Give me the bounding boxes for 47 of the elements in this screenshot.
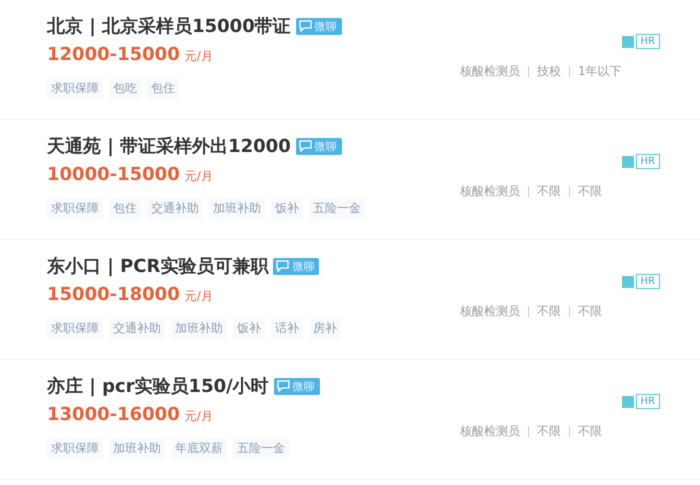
benefit-tag: 房补	[309, 317, 341, 340]
benefit-tag: 包吃	[109, 77, 141, 100]
job-requirement: 核酸检测员	[460, 183, 520, 200]
job-requirement: 不限	[578, 183, 602, 200]
salary-unit: 元/月	[184, 408, 213, 425]
benefit-tag: 包住	[109, 197, 141, 220]
salary: 15000-18000	[47, 284, 180, 305]
salary-unit: 元/月	[184, 168, 213, 185]
salary: 12000-15000	[47, 44, 180, 65]
job-requirement: 核酸检测员	[460, 303, 520, 320]
benefit-tag: 饭补	[233, 317, 265, 340]
job-listing[interactable]: 东小口 | PCR实验员可兼职 微聊 15000-18000 元/月 求职保障 交通补助 加班补助 饭补 话补 房补 HR 核酸检测员 不限 不限	[0, 240, 700, 360]
job-requirement: 不限	[578, 303, 602, 320]
job-requirement: 不限	[578, 423, 602, 440]
benefit-tag: 饭补	[271, 197, 303, 220]
benefit-tag: 加班补助	[209, 197, 265, 220]
job-requirement: 核酸检测员	[460, 63, 520, 80]
benefit-tag: 包住	[147, 77, 179, 100]
job-title[interactable]: 天通苑 | 带证采样外出12000	[47, 134, 291, 158]
job-requirement: 技校	[537, 63, 561, 80]
job-requirement: 不限	[537, 423, 561, 440]
job-listing[interactable]: 亦庄 | pcr实验员150/小时 微聊 13000-16000 元/月 求职保障 加班补助 年底双薪 五险一金 HR 核酸检测员 不限 不限	[0, 360, 700, 480]
benefit-tag: 求职保障	[47, 437, 103, 460]
salary: 13000-16000	[47, 404, 180, 425]
salary: 10000-15000	[47, 164, 180, 185]
job-title[interactable]: 北京 | 北京采样员15000带证	[47, 14, 291, 38]
benefit-tag: 求职保障	[47, 197, 103, 220]
job-title[interactable]: 亦庄 | pcr实验员150/小时	[47, 374, 269, 398]
benefit-tag: 年底双薪	[171, 437, 227, 460]
job-listing[interactable]: 天通苑 | 带证采样外出12000 微聊 10000-15000 元/月 求职保障 包住 交通补助 加班补助 饭补 五险一金 HR 核酸检测员 不限 不限	[0, 120, 700, 240]
benefit-tag: 求职保障	[47, 77, 103, 100]
benefit-tag: 五险一金	[233, 437, 289, 460]
benefit-tag: 五险一金	[309, 197, 365, 220]
benefit-tag: 求职保障	[47, 317, 103, 340]
job-requirement: 核酸检测员	[460, 423, 520, 440]
salary-unit: 元/月	[184, 48, 213, 65]
job-requirement: 不限	[537, 183, 561, 200]
benefit-tag: 加班补助	[109, 437, 165, 460]
benefit-tag: 话补	[271, 317, 303, 340]
benefit-tag: 交通补助	[147, 197, 203, 220]
job-listing[interactable]: 北京 | 北京采样员15000带证 微聊 12000-15000 元/月 求职保障 包吃 包住 HR 核酸检测员 技校 1年以下	[0, 0, 700, 120]
benefit-tag: 交通补助	[109, 317, 165, 340]
job-requirement: 不限	[537, 303, 561, 320]
benefit-tag: 加班补助	[171, 317, 227, 340]
job-requirement: 1年以下	[578, 63, 622, 80]
salary-unit: 元/月	[184, 288, 213, 305]
job-title[interactable]: 东小口 | PCR实验员可兼职	[47, 254, 268, 278]
